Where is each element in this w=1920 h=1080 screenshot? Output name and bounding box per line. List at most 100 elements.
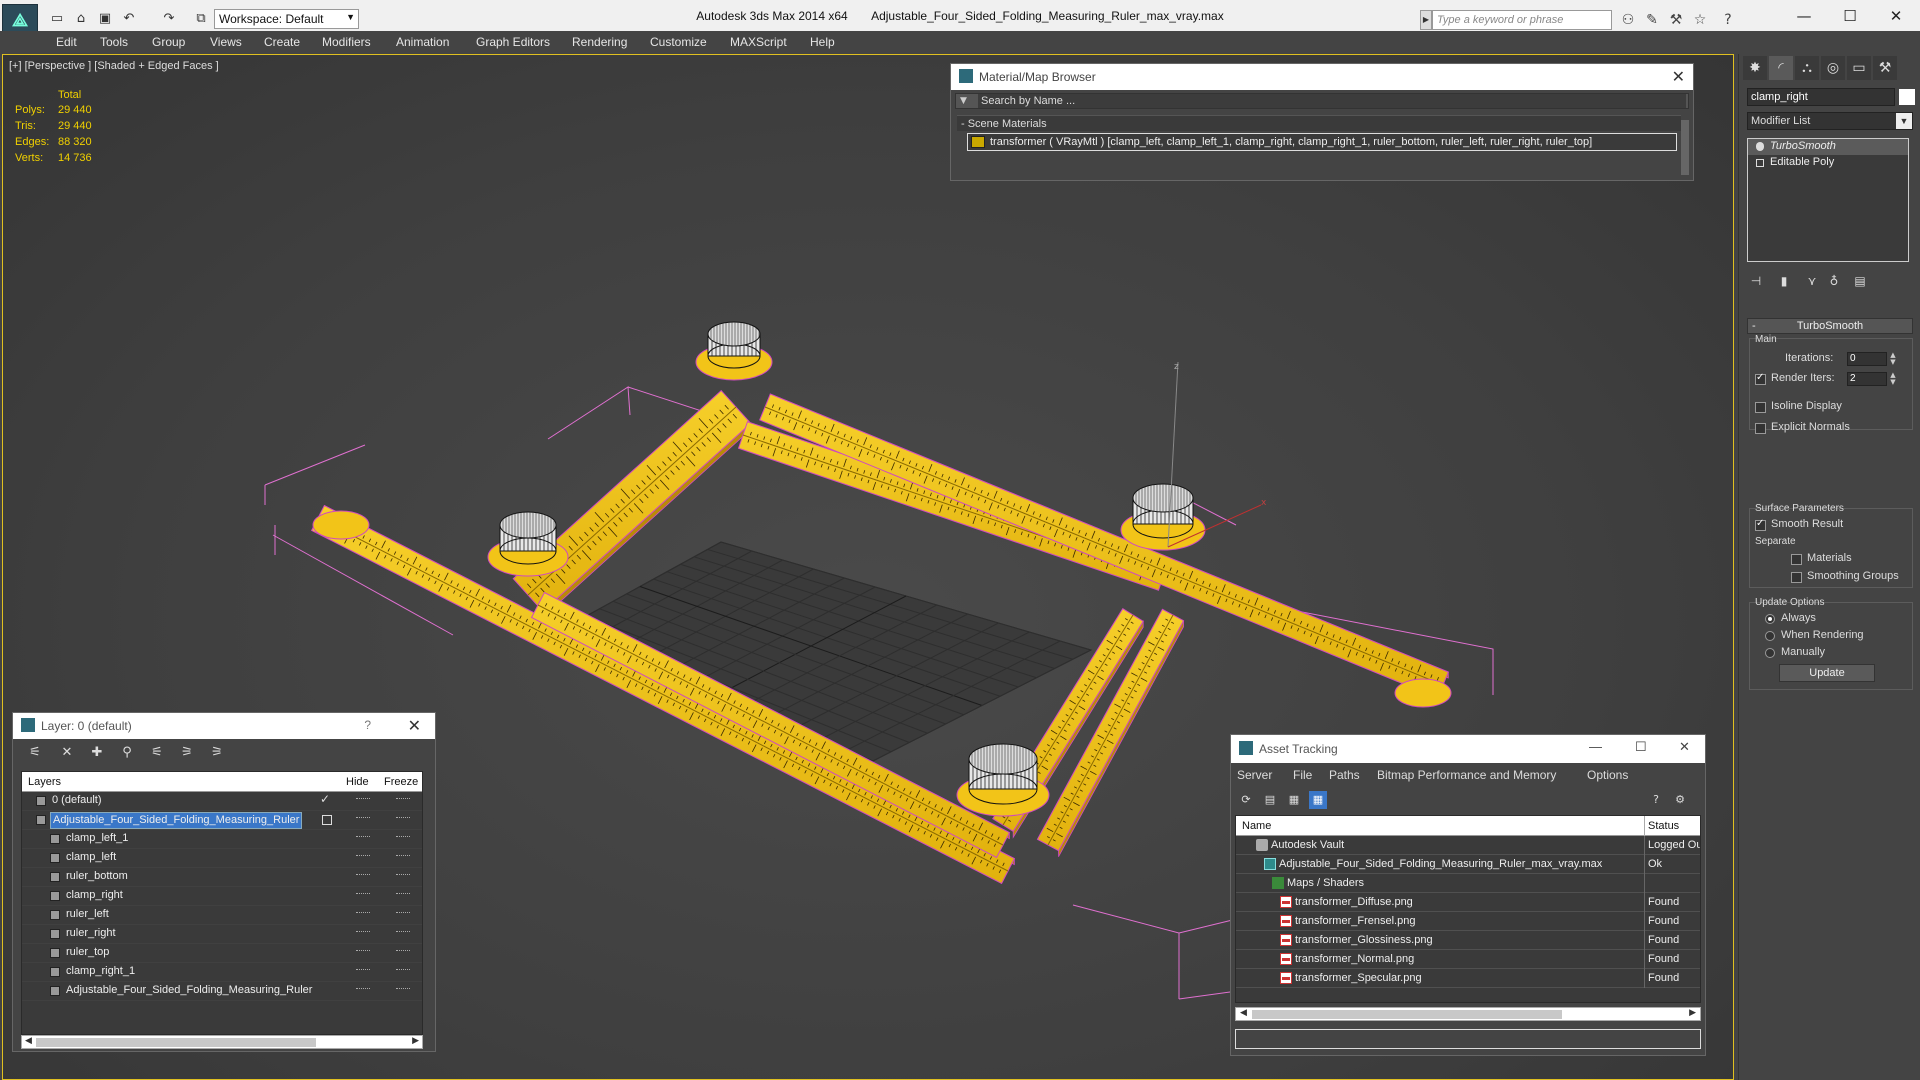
iterations-spinner[interactable]: 0 xyxy=(1847,352,1887,366)
thumbnail-view-icon[interactable]: ▦ xyxy=(1285,791,1303,809)
column-status[interactable]: Status xyxy=(1648,820,1679,832)
freeze-toggle[interactable] xyxy=(396,931,410,933)
motion-tab-icon[interactable]: ◎ xyxy=(1821,56,1845,80)
maximize-icon[interactable]: ☐ xyxy=(1635,739,1647,755)
material-browser-titlebar[interactable]: Material/Map Browser ✕ xyxy=(951,64,1693,90)
maximize-icon[interactable]: ☐ xyxy=(1830,4,1870,28)
hide-toggle[interactable] xyxy=(356,969,370,971)
modify-tab-icon[interactable]: ◜ xyxy=(1769,56,1793,80)
object-color-swatch[interactable] xyxy=(1899,89,1915,105)
close-icon[interactable]: ✕ xyxy=(408,716,421,736)
scene-materials-group[interactable]: - Scene Materials xyxy=(957,115,1681,131)
close-icon[interactable]: ✕ xyxy=(1679,739,1690,755)
menu-views[interactable]: Views xyxy=(210,35,242,49)
viewport-label[interactable]: [+] [Perspective ] [Shaded + Edged Faces… xyxy=(9,60,219,72)
close-icon[interactable]: ✕ xyxy=(1672,67,1685,87)
select-layer-objects-icon[interactable]: ⚲ xyxy=(117,744,137,762)
communication-icon[interactable]: ⚒ xyxy=(1666,10,1686,30)
open-file-icon[interactable]: ⌂ xyxy=(72,10,90,28)
minimize-icon[interactable]: — xyxy=(1784,4,1824,28)
options-triangle-icon[interactable]: ▼ xyxy=(960,96,967,106)
favorites-star-icon[interactable]: ☆ xyxy=(1690,10,1710,30)
freeze-toggle[interactable] xyxy=(396,874,410,876)
layer-horizontal-scrollbar[interactable]: ◀ ▶ xyxy=(21,1035,423,1049)
pin-stack-icon[interactable]: ⊣ xyxy=(1747,272,1765,290)
asset-row[interactable]: transformer_Specular.png Found xyxy=(1236,969,1700,988)
asset-row[interactable]: Autodesk Vault Logged Ou xyxy=(1236,836,1700,855)
freeze-toggle[interactable] xyxy=(396,912,410,914)
menu-animation[interactable]: Animation xyxy=(396,35,449,49)
help-icon[interactable]: ? xyxy=(364,718,371,732)
hide-toggle[interactable] xyxy=(356,912,370,914)
current-layer-check-icon[interactable]: ✓ xyxy=(320,792,330,806)
modifier-list-dropdown[interactable]: Modifier List ▼ xyxy=(1747,112,1913,130)
menu-customize[interactable]: Customize xyxy=(650,35,707,49)
delete-layer-icon[interactable]: ✕ xyxy=(57,744,77,762)
asset-menu-bitmap[interactable]: Bitmap Performance and Memory xyxy=(1377,768,1556,782)
freeze-toggle[interactable] xyxy=(396,798,410,800)
configure-sets-icon[interactable]: ▤ xyxy=(1851,272,1869,290)
column-layers[interactable]: Layers xyxy=(28,776,61,788)
hierarchy-tab-icon[interactable]: ⛬ xyxy=(1795,56,1819,80)
asset-tracking-titlebar[interactable]: Asset Tracking — ☐ ✕ xyxy=(1231,735,1705,763)
make-unique-icon[interactable]: ⋎ xyxy=(1803,272,1821,290)
column-name[interactable]: Name xyxy=(1242,820,1271,832)
create-layer-icon[interactable]: ⚟ xyxy=(25,744,45,762)
hide-toggle[interactable] xyxy=(356,931,370,933)
layer-object-row[interactable]: ruler_top xyxy=(22,944,422,963)
menu-maxscript[interactable]: MAXScript xyxy=(730,35,787,49)
asset-menu-server[interactable]: Server xyxy=(1237,768,1272,782)
show-end-result-icon[interactable]: ▮ xyxy=(1775,272,1793,290)
render-iters-spin-arrows[interactable]: ▲ ▼ xyxy=(1889,372,1897,386)
material-search-input[interactable]: Search by Name ... xyxy=(978,94,1686,108)
hide-toggle[interactable] xyxy=(356,798,370,800)
layer-explorer-titlebar[interactable]: Layer: 0 (default) ? ✕ xyxy=(13,713,435,739)
update-always-radio[interactable] xyxy=(1765,614,1775,624)
freeze-all-layers-icon[interactable]: ⚞ xyxy=(207,744,227,762)
layer-row[interactable]: 0 (default) ✓ xyxy=(22,792,422,811)
asset-row[interactable]: transformer_Diffuse.png Found xyxy=(1236,893,1700,912)
menu-modifiers[interactable]: Modifiers xyxy=(322,35,371,49)
asset-row[interactable]: Maps / Shaders xyxy=(1236,874,1700,893)
scroll-left-icon[interactable]: ◀ xyxy=(1240,1008,1247,1018)
scroll-thumb[interactable] xyxy=(1252,1010,1562,1019)
search-input[interactable]: Type a keyword or phrase xyxy=(1432,10,1612,30)
undo-icon[interactable]: ↶ xyxy=(120,10,138,28)
scroll-left-icon[interactable]: ◀ xyxy=(25,1036,32,1046)
menu-create[interactable]: Create xyxy=(264,35,300,49)
close-icon[interactable]: ✕ xyxy=(1876,4,1916,28)
layer-row[interactable]: Adjustable_Four_Sided_Folding_Measuring_… xyxy=(22,811,422,830)
minimize-icon[interactable]: — xyxy=(1589,739,1602,754)
help-icon[interactable]: ? xyxy=(1647,791,1665,809)
column-hide[interactable]: Hide xyxy=(346,776,369,788)
list-view-icon[interactable]: ▤ xyxy=(1261,791,1279,809)
display-tab-icon[interactable]: ▭ xyxy=(1847,56,1871,80)
freeze-toggle[interactable] xyxy=(396,950,410,952)
iterations-spin-arrows[interactable]: ▲ ▼ xyxy=(1889,352,1897,366)
search-expand-icon[interactable]: ▶ xyxy=(1420,10,1432,30)
help-icon[interactable]: ? xyxy=(1718,10,1738,30)
turbosmooth-rollout-header[interactable]: - TurboSmooth xyxy=(1747,318,1913,334)
update-button[interactable]: Update xyxy=(1779,664,1875,682)
isoline-checkbox[interactable] xyxy=(1755,402,1766,413)
hide-toggle[interactable] xyxy=(356,874,370,876)
current-layer-toggle[interactable] xyxy=(322,815,332,825)
remove-modifier-icon[interactable]: ♁ xyxy=(1825,272,1843,290)
settings-icon[interactable]: ⚙ xyxy=(1671,791,1689,809)
scroll-right-icon[interactable]: ▶ xyxy=(412,1036,419,1046)
freeze-toggle[interactable] xyxy=(396,988,410,990)
layer-object-row[interactable]: ruler_bottom xyxy=(22,868,422,887)
menu-group[interactable]: Group xyxy=(152,35,185,49)
expand-box-icon[interactable] xyxy=(1756,159,1764,167)
subscription-icon[interactable]: ✎ xyxy=(1642,10,1662,30)
hide-toggle[interactable] xyxy=(356,836,370,838)
update-manually-radio[interactable] xyxy=(1765,648,1775,658)
separate-smoothing-checkbox[interactable] xyxy=(1791,572,1802,583)
refresh-icon[interactable]: ⟳ xyxy=(1237,791,1255,809)
hide-toggle[interactable] xyxy=(356,893,370,895)
new-file-icon[interactable]: ▭ xyxy=(48,10,66,28)
update-rendering-radio[interactable] xyxy=(1765,631,1775,641)
hide-toggle[interactable] xyxy=(356,950,370,952)
add-to-layer-icon[interactable]: ✚ xyxy=(87,744,107,762)
object-name-field[interactable]: clamp_right xyxy=(1747,88,1895,106)
